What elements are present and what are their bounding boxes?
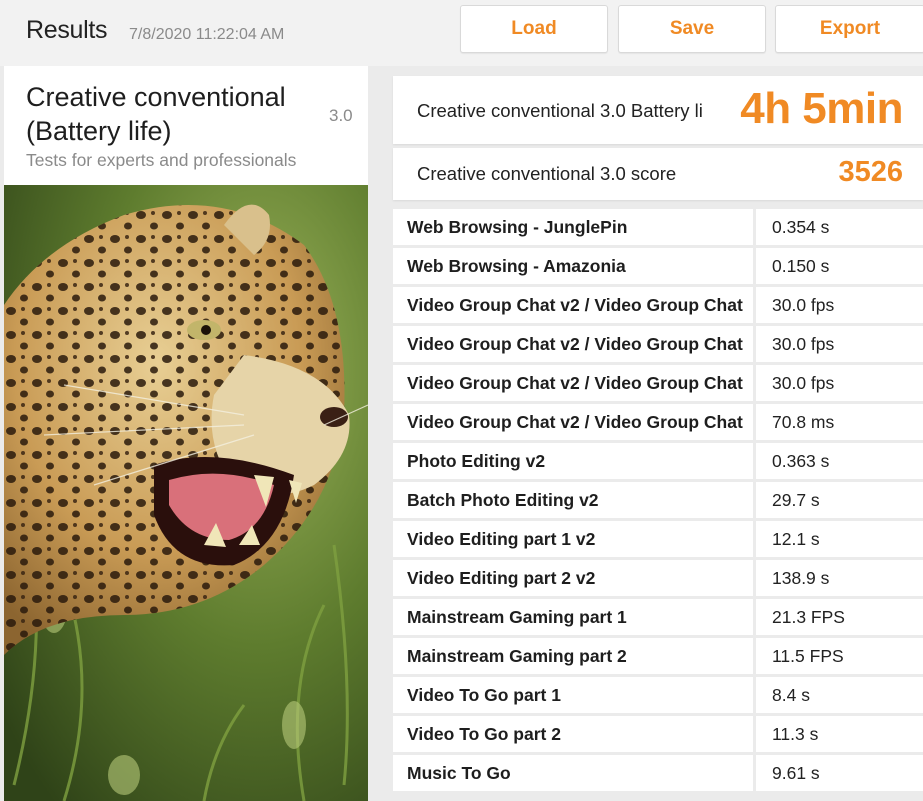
table-row: Photo Editing v2 0.363 s	[393, 443, 923, 482]
result-value: 30.0 fps	[756, 326, 923, 362]
table-row: Web Browsing - JunglePin 0.354 s	[393, 209, 923, 248]
result-value: 9.61 s	[756, 755, 923, 791]
result-value: 30.0 fps	[756, 287, 923, 323]
result-name: Video Group Chat v2 / Video Group Chat	[393, 404, 753, 440]
result-value: 11.5 FPS	[756, 638, 923, 674]
score-label: Creative conventional 3.0 score	[417, 163, 677, 184]
result-value: 70.8 ms	[756, 404, 923, 440]
table-row: Video Group Chat v2 / Video Group Chat 3…	[393, 287, 923, 326]
result-value: 30.0 fps	[756, 365, 923, 401]
result-name: Video To Go part 2	[393, 716, 753, 752]
result-value: 12.1 s	[756, 521, 923, 557]
battery-life-card: Creative conventional 3.0 Battery life 4…	[393, 76, 923, 144]
table-row: Video Editing part 2 v2 138.9 s	[393, 560, 923, 599]
table-row: Video Group Chat v2 / Video Group Chat 7…	[393, 404, 923, 443]
result-name: Mainstream Gaming part 2	[393, 638, 753, 674]
battery-life-value: 4h 5min	[740, 84, 903, 133]
result-value: 0.354 s	[756, 209, 923, 245]
table-row: Music To Go 9.61 s	[393, 755, 923, 794]
load-button[interactable]: Load	[460, 5, 608, 53]
results-header: Results 7/8/2020 11:22:04 AM Load Save E…	[0, 0, 923, 66]
table-row: Batch Photo Editing v2 29.7 s	[393, 482, 923, 521]
result-name: Batch Photo Editing v2	[393, 482, 753, 518]
result-value: 29.7 s	[756, 482, 923, 518]
table-row: Mainstream Gaming part 1 21.3 FPS	[393, 599, 923, 638]
result-name: Video Editing part 2 v2	[393, 560, 753, 596]
page-title: Results	[26, 16, 108, 44]
result-name: Web Browsing - Amazonia	[393, 248, 753, 284]
result-value: 8.4 s	[756, 677, 923, 713]
result-name: Video Group Chat v2 / Video Group Chat	[393, 365, 753, 401]
battery-life-label: Creative conventional 3.0 Battery life	[417, 100, 703, 121]
result-name: Video To Go part 1	[393, 677, 753, 713]
result-value: 138.9 s	[756, 560, 923, 596]
score-card: Creative conventional 3.0 score 3526	[393, 148, 923, 200]
table-row: Video To Go part 2 11.3 s	[393, 716, 923, 755]
results-table: Web Browsing - JunglePin 0.354 s Web Bro…	[393, 209, 923, 794]
result-timestamp: 7/8/2020 11:22:04 AM	[129, 26, 285, 43]
test-info-panel: Creative conventional (Battery life) 3.0…	[4, 66, 368, 801]
result-name: Video Editing part 1 v2	[393, 521, 753, 557]
test-version: 3.0	[329, 106, 353, 125]
table-row: Video To Go part 1 8.4 s	[393, 677, 923, 716]
result-name: Photo Editing v2	[393, 443, 753, 479]
table-row: Video Editing part 1 v2 12.1 s	[393, 521, 923, 560]
test-name: Creative conventional (Battery life)	[26, 82, 286, 146]
result-name: Web Browsing - JunglePin	[393, 209, 753, 245]
leopard-photo	[4, 185, 368, 801]
result-name: Video Group Chat v2 / Video Group Chat	[393, 326, 753, 362]
result-value: 11.3 s	[756, 716, 923, 752]
result-value: 21.3 FPS	[756, 599, 923, 635]
save-button[interactable]: Save	[618, 5, 766, 53]
export-button[interactable]: Export	[775, 5, 923, 53]
result-name: Mainstream Gaming part 1	[393, 599, 753, 635]
table-row: Video Group Chat v2 / Video Group Chat 3…	[393, 365, 923, 404]
test-description: Tests for experts and professionals	[26, 150, 297, 170]
table-row: Mainstream Gaming part 2 11.5 FPS	[393, 638, 923, 677]
score-value: 3526	[838, 156, 903, 188]
result-name: Music To Go	[393, 755, 753, 791]
result-value: 0.363 s	[756, 443, 923, 479]
table-row: Video Group Chat v2 / Video Group Chat 3…	[393, 326, 923, 365]
table-row: Web Browsing - Amazonia 0.150 s	[393, 248, 923, 287]
result-name: Video Group Chat v2 / Video Group Chat	[393, 287, 753, 323]
result-value: 0.150 s	[756, 248, 923, 284]
